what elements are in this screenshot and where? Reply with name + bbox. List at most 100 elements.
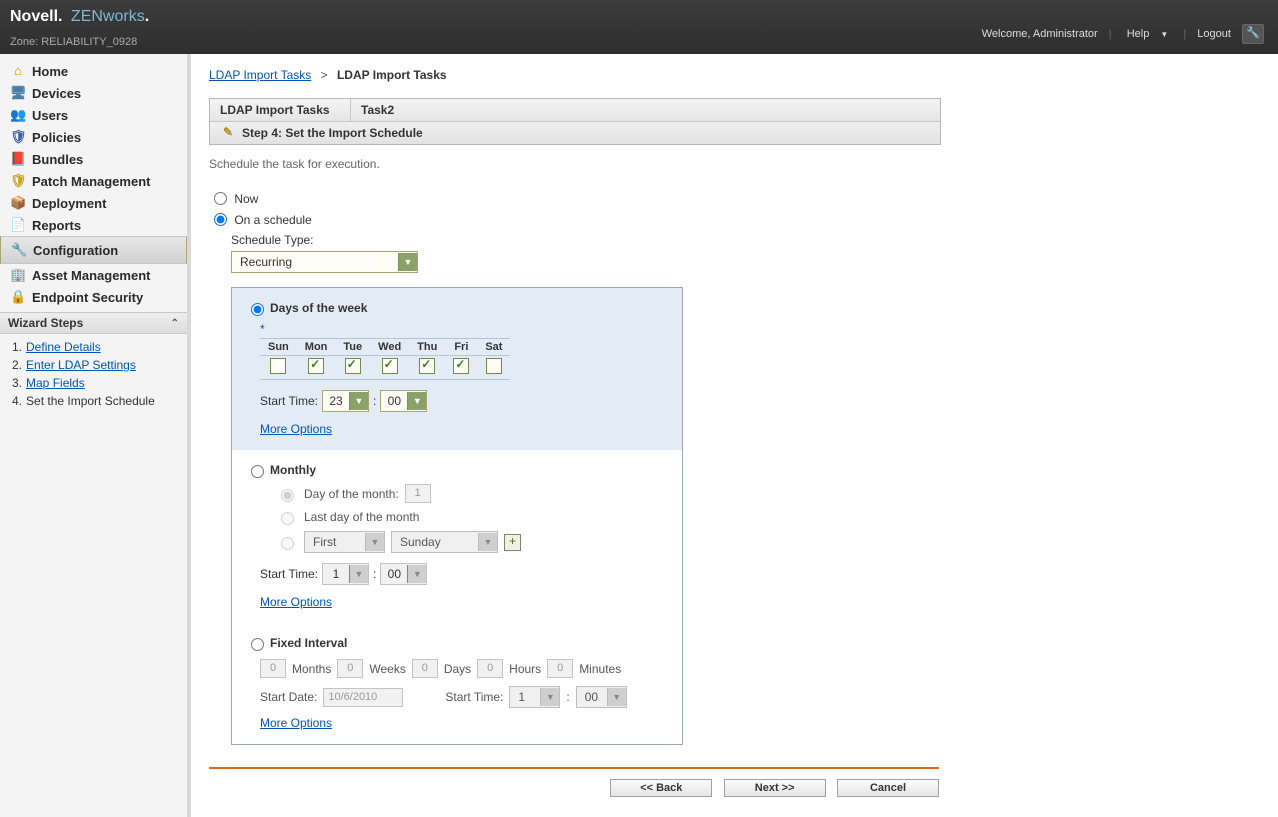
monthly-header[interactable]: Monthly	[246, 462, 668, 478]
day-checkbox-fri[interactable]	[453, 358, 469, 374]
day-checkbox-thu[interactable]	[419, 358, 435, 374]
day-checkbox-sun[interactable]	[270, 358, 286, 374]
wizard-steps-title: Wizard Steps	[8, 316, 83, 330]
nav-home[interactable]: ⌂Home	[0, 60, 187, 82]
fixed-weeks-val[interactable]: 0	[337, 659, 363, 678]
monthly-hour-select[interactable]: 1▼	[322, 563, 369, 585]
radio-schedule-label: On a schedule	[234, 213, 311, 227]
step-num: 2.	[12, 358, 22, 372]
step-link[interactable]: Define Details	[26, 340, 101, 354]
day-cell-wed[interactable]	[370, 356, 409, 380]
cancel-button[interactable]: Cancel	[837, 779, 939, 797]
day-header-tue: Tue	[335, 339, 370, 356]
radio-now[interactable]	[214, 192, 227, 205]
monthly-last-row[interactable]: Last day of the month	[276, 509, 668, 525]
dropdown-icon[interactable]: ▼	[540, 688, 559, 706]
step-num: 4.	[12, 394, 22, 408]
dropdown-icon[interactable]: ▼	[398, 253, 417, 271]
fixed-hour-select[interactable]: 1▼	[509, 686, 560, 708]
help-link[interactable]: Help ▼	[1123, 28, 1173, 40]
step-link[interactable]: Map Fields	[26, 376, 85, 390]
radio-dom[interactable]	[281, 489, 294, 502]
option-now[interactable]: Now	[209, 189, 1260, 206]
nav-users[interactable]: 👥Users	[0, 104, 187, 126]
fixed-days-val[interactable]: 0	[412, 659, 438, 678]
dropdown-icon[interactable]: ▼	[365, 533, 384, 551]
day-cell-tue[interactable]	[335, 356, 370, 380]
radio-now-label: Now	[234, 192, 258, 206]
radio-weekly[interactable]	[251, 303, 264, 316]
fixed-months-val[interactable]: 0	[260, 659, 286, 678]
nav-policies[interactable]: 🛡Policies	[0, 126, 187, 148]
day-checkbox-mon[interactable]	[308, 358, 324, 374]
day-checkbox-wed[interactable]	[382, 358, 398, 374]
radio-last-day[interactable]	[281, 512, 294, 525]
fixed-header[interactable]: Fixed Interval	[246, 635, 668, 651]
option-schedule[interactable]: On a schedule	[209, 210, 1260, 227]
fixed-more-options[interactable]: More Options	[260, 716, 332, 730]
next-button[interactable]: Next >>	[724, 779, 826, 797]
radio-schedule[interactable]	[214, 213, 227, 226]
wizard-steps-header[interactable]: Wizard Steps ⌃	[0, 312, 187, 334]
dropdown-icon[interactable]: ▼	[407, 392, 426, 410]
weekly-hour-value: 23	[323, 394, 349, 408]
dom-label: Day of the month:	[304, 487, 399, 501]
radio-fixed[interactable]	[251, 638, 264, 651]
settings-icon[interactable]: 🔧	[1242, 24, 1264, 44]
day-header-mon: Mon	[297, 339, 336, 356]
nav-asset-management[interactable]: 🏢Asset Management	[0, 264, 187, 286]
crumb-root[interactable]: LDAP Import Tasks	[209, 68, 311, 82]
wizard-step[interactable]: 3.Map Fields	[12, 374, 187, 392]
monthly-minute-select[interactable]: 00▼	[380, 563, 427, 585]
dropdown-icon[interactable]: ▼	[349, 565, 368, 583]
fixed-hour-value: 1	[510, 690, 540, 704]
nav-bundles[interactable]: 📕Bundles	[0, 148, 187, 170]
day-cell-thu[interactable]	[409, 356, 445, 380]
logout-link[interactable]: Logout	[1197, 28, 1231, 40]
weekly-start-time: Start Time: 23▼ : 00▼	[260, 390, 668, 412]
day-checkbox-tue[interactable]	[345, 358, 361, 374]
step-link[interactable]: Enter LDAP Settings	[26, 358, 136, 372]
nav-endpoint-security[interactable]: 🔒Endpoint Security	[0, 286, 187, 308]
fixed-hours-val[interactable]: 0	[477, 659, 503, 678]
day-cell-sat[interactable]	[477, 356, 510, 380]
dayname-select[interactable]: Sunday▼	[391, 531, 498, 553]
dropdown-icon[interactable]: ▼	[349, 392, 368, 410]
nav-devices[interactable]: 🖥Devices	[0, 82, 187, 104]
weekly-header[interactable]: Days of the week	[246, 300, 668, 316]
dropdown-icon[interactable]: ▼	[478, 533, 497, 551]
step-num: 1.	[12, 340, 22, 354]
weekly-hour-select[interactable]: 23▼	[322, 390, 369, 412]
fixed-minutes-val[interactable]: 0	[547, 659, 573, 678]
monthly-dom-row[interactable]: Day of the month: 1	[276, 484, 668, 503]
nav-deployment[interactable]: 📦Deployment	[0, 192, 187, 214]
fixed-minute-select[interactable]: 00▼	[576, 686, 627, 708]
ordinal-select[interactable]: First▼	[304, 531, 385, 553]
wizard-step[interactable]: 1. Define Details	[12, 338, 187, 356]
nav-reports[interactable]: 📄Reports	[0, 214, 187, 236]
dom-value[interactable]: 1	[405, 484, 431, 503]
collapse-icon[interactable]: ⌃	[171, 318, 179, 329]
radio-monthly[interactable]	[251, 465, 264, 478]
back-button[interactable]: << Back	[610, 779, 712, 797]
day-cell-fri[interactable]	[445, 356, 477, 380]
day-cell-sun[interactable]	[260, 356, 297, 380]
welcome-text: Welcome, Administrator	[982, 28, 1098, 40]
nav-configuration[interactable]: 🔧Configuration	[0, 236, 187, 264]
dropdown-icon[interactable]: ▼	[407, 565, 426, 583]
day-cell-mon[interactable]	[297, 356, 336, 380]
zone-label: Zone: RELIABILITY_0928	[10, 36, 137, 48]
radio-ordinal[interactable]	[281, 537, 294, 550]
schedule-type-select[interactable]: Recurring ▼	[231, 251, 418, 273]
weekly-more-options[interactable]: More Options	[260, 422, 332, 436]
nav-patch-management[interactable]: 🛡Patch Management	[0, 170, 187, 192]
monthly-ord-row[interactable]: First▼ Sunday▼ +	[276, 531, 668, 553]
monthly-more-options[interactable]: More Options	[260, 595, 332, 609]
fixed-date-value[interactable]: 10/6/2010	[323, 688, 403, 707]
dropdown-icon[interactable]: ▼	[607, 688, 626, 706]
logo: Novell. ZENworks.	[10, 8, 149, 26]
wizard-step[interactable]: 2. Enter LDAP Settings	[12, 356, 187, 374]
day-checkbox-sat[interactable]	[486, 358, 502, 374]
add-rule-button[interactable]: +	[504, 534, 521, 551]
weekly-minute-select[interactable]: 00▼	[380, 390, 427, 412]
